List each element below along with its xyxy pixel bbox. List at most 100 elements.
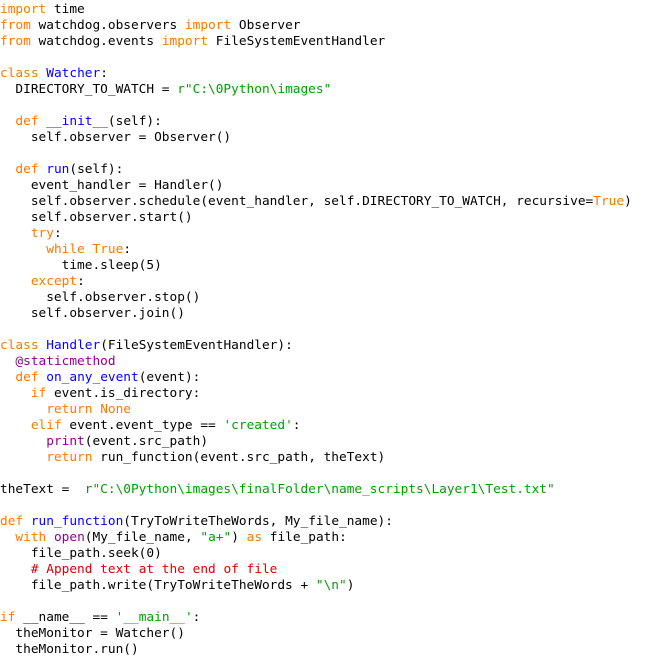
code-token-builtin: open — [53, 530, 85, 545]
code-line: while True: — [0, 242, 656, 258]
code-token-str: "a+" — [200, 530, 232, 545]
code-token-plain: DIRECTORY_TO_WATCH = — [0, 82, 178, 97]
code-token-plain: time — [46, 2, 85, 17]
code-token-kw: def — [15, 370, 39, 385]
code-line: if __name__ == '__main__': — [0, 610, 656, 626]
code-token-plain: self.observer.stop() — [0, 290, 201, 305]
code-token-plain: ) — [624, 194, 632, 209]
code-token-builtin: print — [46, 434, 85, 449]
code-token-plain: : — [100, 66, 108, 81]
code-token-str: 'created' — [223, 418, 293, 433]
code-token-kw: from — [0, 18, 31, 33]
code-token-plain: event.event_type == — [61, 418, 224, 433]
code-token-kw: None — [100, 402, 132, 417]
code-line: DIRECTORY_TO_WATCH = r"C:\0Python\images… — [0, 82, 656, 98]
code-token-plain: time.sleep(5) — [0, 258, 162, 273]
code-token-plain: : — [292, 418, 301, 433]
code-line: def run(self): — [0, 162, 656, 178]
code-line: self.observer.start() — [0, 210, 656, 226]
code-token-kw: except — [30, 274, 78, 289]
code-token-kw: class — [0, 338, 39, 353]
code-line: self.observer.join() — [0, 306, 656, 322]
code-line: time.sleep(5) — [0, 258, 656, 274]
code-token-plain: (self): — [107, 114, 162, 129]
code-token-plain: event.is_directory: — [46, 386, 201, 401]
code-line: @staticmethod — [0, 354, 656, 370]
code-token-plain: self.observer.start() — [0, 210, 193, 225]
code-token-kw: class — [0, 66, 39, 81]
code-token-plain: (FileSystemEventHandler): — [100, 338, 293, 353]
code-token-kw: True — [593, 194, 625, 209]
code-token-name: run — [46, 162, 70, 177]
code-token-plain: : — [77, 274, 85, 289]
code-token-plain: : — [53, 226, 62, 241]
code-token-plain: watchdog.observers — [30, 18, 185, 33]
code-line: return None — [0, 402, 656, 418]
code-line: except: — [0, 274, 656, 290]
code-line: file_path.seek(0) — [0, 546, 656, 562]
code-token-str: r"C:\0Python\images" — [177, 82, 332, 97]
code-line: from watchdog.events import FileSystemEv… — [0, 34, 656, 50]
code-line: theText = r"C:\0Python\images\finalFolde… — [0, 482, 656, 498]
code-token-kw: def — [15, 162, 39, 177]
code-token-comment: # Append text at the end of file — [30, 562, 278, 577]
code-token-plain: (event): — [138, 370, 201, 385]
code-token-name: on_any_event — [46, 370, 139, 385]
code-line: # Append text at the end of file — [0, 562, 656, 578]
code-line: event_handler = Handler() — [0, 178, 656, 194]
code-token-plain: file_path: — [262, 530, 347, 545]
code-line: def on_any_event(event): — [0, 370, 656, 386]
code-token-plain: Observer — [231, 18, 301, 33]
code-token-plain: file_path.seek(0) — [0, 546, 162, 561]
code-line: file_path.write(TryToWriteTheWords + "\n… — [0, 578, 656, 594]
code-token-kw: return — [46, 402, 93, 417]
code-token-name: __init__ — [46, 114, 108, 129]
code-token-plain: self.observer = Observer() — [0, 130, 232, 145]
code-token-kw: if — [0, 610, 16, 625]
code-token-plain: event_handler = Handler() — [0, 178, 224, 193]
code-listing[interactable]: import time from watchdog.observers impor… — [0, 0, 656, 658]
code-line: self.observer.stop() — [0, 290, 656, 306]
code-token-deco: @staticmethod — [15, 354, 116, 369]
code-token-name: Handler — [46, 338, 101, 353]
code-token-name: Watcher — [46, 66, 101, 81]
code-line: theMonitor.run() — [0, 642, 656, 658]
code-token-str: '__main__' — [115, 610, 193, 625]
code-token-kw: True — [92, 242, 124, 257]
code-line: print(event.src_path) — [0, 434, 656, 450]
code-token-plain: self.observer.schedule(event_handler, se… — [0, 194, 594, 209]
code-line: self.observer = Observer() — [0, 130, 656, 146]
code-line: theMonitor = Watcher() — [0, 626, 656, 642]
code-token-plain: run_function(event.src_path, theText) — [92, 450, 386, 465]
code-token-str: r"C:\0Python\images\finalFolder\name_scr… — [84, 482, 555, 497]
code-line: self.observer.schedule(event_handler, se… — [0, 194, 656, 210]
code-line: return run_function(event.src_path, theT… — [0, 450, 656, 466]
code-token-kw: from — [0, 34, 31, 49]
code-token-plain: (event.src_path) — [84, 434, 209, 449]
code-token-plain: : — [192, 610, 201, 625]
code-line: elif event.event_type == 'created': — [0, 418, 656, 434]
code-line: try: — [0, 226, 656, 242]
code-token-plain: ) — [346, 578, 355, 593]
code-line: def __init__(self): — [0, 114, 656, 130]
code-token-str: "\n" — [315, 578, 347, 593]
code-token-kw: import — [0, 2, 47, 17]
